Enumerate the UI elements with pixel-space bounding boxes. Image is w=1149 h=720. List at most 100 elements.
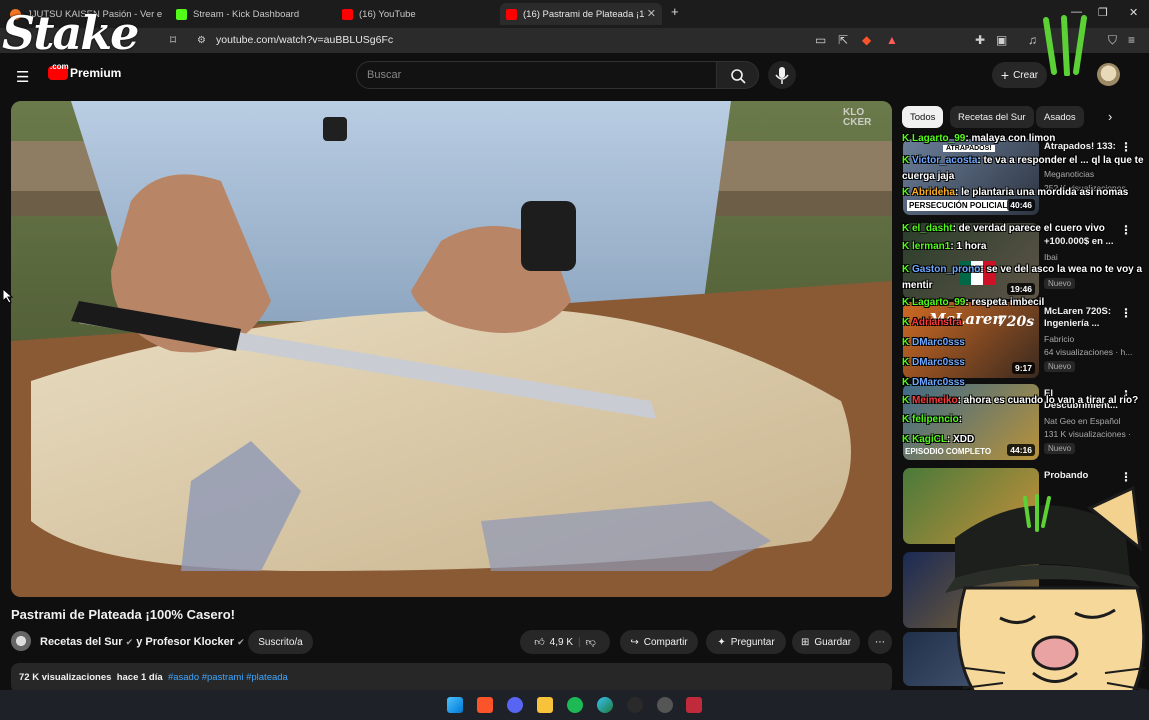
extensions-icon[interactable]: ✚ (975, 33, 985, 47)
chat-message: K Meimeiko: ahora es cuando lo van a tir… (902, 395, 1138, 406)
video-player[interactable]: KLO CKER (11, 101, 892, 597)
close-tab-icon[interactable]: ✕ (647, 7, 656, 20)
app-icon[interactable] (686, 697, 702, 713)
search-button[interactable] (717, 61, 759, 89)
collab-channel-text[interactable]: y Profesor Klocker (136, 636, 234, 648)
chat-message: K Adrianstra (902, 317, 962, 328)
user-avatar[interactable] (1097, 63, 1120, 86)
chat-text: : 1 hora (950, 241, 987, 252)
channel-watermark: KLO CKER (843, 107, 872, 128)
recommended-title[interactable]: McLaren 720S: Ingeniería ... (1044, 306, 1124, 330)
maximize-icon[interactable]: ❐ (1098, 6, 1108, 19)
brave-rewards-icon[interactable]: ▲ (886, 33, 898, 47)
ask-label: Preguntar (730, 636, 775, 648)
chat-username: Abrideha (911, 187, 955, 198)
browser-tab[interactable]: (16) YouTube (336, 3, 496, 25)
thumb-caption: EPISODIO COMPLETO (905, 447, 992, 456)
browser-tab[interactable]: Stream - Kick Dashboard (170, 3, 330, 25)
chat-username: Victor_acosta (912, 155, 978, 166)
chat-username: DMarc0sss (912, 337, 965, 348)
chat-username: DMarc0sss (912, 377, 965, 388)
description-box[interactable]: 72 K visualizaciones hace 1 día #asado #… (11, 663, 892, 693)
browser-tab-active[interactable]: (16) Pastrami de Plateada ¡10 ✕ (500, 3, 662, 25)
url-field[interactable]: youtube.com/watch?v=auBBLUSg6Fc (216, 34, 393, 46)
recommended-channel[interactable]: Nat Geo en Español (1044, 416, 1144, 427)
more-actions-button[interactable]: ⋯ (868, 630, 892, 654)
brave-browser-icon[interactable] (477, 697, 493, 713)
more-icon: ⋯ (875, 636, 885, 648)
mouse-cursor-icon (3, 289, 13, 303)
channel-name-text[interactable]: Recetas del Sur (40, 636, 123, 648)
recommended-title[interactable]: Atrapados! 133: (1044, 141, 1124, 153)
close-window-icon[interactable]: ✕ (1129, 6, 1138, 19)
more-options-icon[interactable]: ⋮ (1120, 140, 1132, 154)
hamburger-menu-icon[interactable]: ☰ (16, 68, 29, 86)
windows-start-icon[interactable] (447, 697, 463, 713)
chevron-right-icon[interactable]: › (1108, 109, 1112, 124)
plus-icon: + (1000, 67, 1010, 83)
chat-message: K el_dasht: de verdad parece el cuero vi… (902, 223, 1105, 234)
brave-shield-icon[interactable]: ◆ (862, 33, 871, 47)
chip-todos[interactable]: Todos (902, 106, 944, 128)
file-explorer-icon[interactable] (537, 697, 553, 713)
recommended-meta: 131 K visualizaciones · (1044, 429, 1131, 439)
tab-label: (16) YouTube (359, 8, 416, 20)
more-options-icon[interactable]: ⋮ (1120, 223, 1132, 237)
kick-icon: K (902, 337, 912, 348)
obs-icon[interactable] (657, 697, 673, 713)
chip-asados[interactable]: Asados (1036, 106, 1084, 128)
like-button[interactable]: 👍︎ 4,9 K (534, 636, 574, 649)
kick-icon: K (902, 377, 912, 388)
like-count: 4,9 K (549, 636, 574, 648)
edge-icon[interactable] (597, 697, 613, 713)
chat-message: K Lagarto_99: respeta imbecil (902, 297, 1044, 308)
share-button[interactable]: ↪ Compartir (620, 630, 698, 654)
app-icon[interactable] (627, 697, 643, 713)
discord-icon[interactable] (507, 697, 523, 713)
chip-recetas-del-sur[interactable]: Recetas del Sur (950, 106, 1034, 128)
chat-text: : le plantaria una mordida asi nomas (954, 187, 1129, 198)
chat-username: el_dasht (912, 223, 953, 234)
stake-logo: Stake (2, 6, 139, 60)
monster-logo-icon (1043, 15, 1087, 76)
thumbs-up-icon: 👍︎ (534, 637, 545, 648)
kick-icon: K (902, 297, 912, 308)
spotify-icon[interactable] (567, 697, 583, 713)
chat-username: Lagarto_99 (912, 297, 966, 308)
verified-icon: ✔ (125, 637, 134, 647)
search-icon (731, 69, 746, 84)
hashtags[interactable]: #asado #pastrami #plateada (168, 672, 288, 683)
recommended-title[interactable]: +100.000$ en ... (1044, 236, 1124, 248)
thumb-label: ATRAPADOS! (943, 145, 995, 152)
share-page-icon[interactable]: ⇱ (838, 33, 848, 47)
subscribe-button[interactable]: Suscrito/a (248, 630, 313, 654)
menu-icon[interactable]: ≡ (1128, 33, 1135, 47)
video-duration: 40:46 (1007, 199, 1035, 211)
create-button[interactable]: + Crear (992, 62, 1047, 88)
bookmark-icon[interactable]: ⌑ (170, 33, 176, 47)
kick-icon: K (902, 357, 912, 368)
wallet-icon[interactable]: ⛉ (1108, 33, 1117, 48)
thumbs-down-icon[interactable]: 👎︎ (586, 636, 596, 648)
site-info-icon[interactable]: ⚙ (197, 35, 206, 46)
sparkle-icon: ✦ (717, 636, 726, 648)
voice-search-button[interactable] (768, 61, 796, 89)
youtube-icon (342, 8, 353, 20)
tab-label: Stream - Kick Dashboard (193, 8, 300, 20)
recommended-channel[interactable]: Fabricio (1044, 334, 1144, 345)
kick-icon: K (902, 223, 912, 234)
tabs-icon[interactable]: ▣ (996, 33, 1007, 47)
ask-button[interactable]: ✦ Preguntar (706, 630, 786, 654)
channel-avatar[interactable] (11, 631, 31, 651)
media-icon[interactable]: ♫ (1028, 33, 1037, 47)
chat-username: felipencio (912, 414, 959, 425)
new-tab-button[interactable]: + (671, 4, 679, 19)
cast-icon[interactable]: ▭ (815, 33, 826, 47)
create-label: Crear (1013, 69, 1039, 81)
view-count: 72 K visualizaciones (19, 672, 112, 683)
search-input[interactable]: Buscar (356, 61, 717, 89)
save-button[interactable]: ⊞ Guardar (792, 630, 860, 654)
more-options-icon[interactable]: ⋮ (1120, 306, 1132, 320)
save-label: Guardar (814, 636, 852, 648)
channel-name[interactable]: Recetas del Sur ✔ y Profesor Klocker ✔ (40, 636, 245, 648)
